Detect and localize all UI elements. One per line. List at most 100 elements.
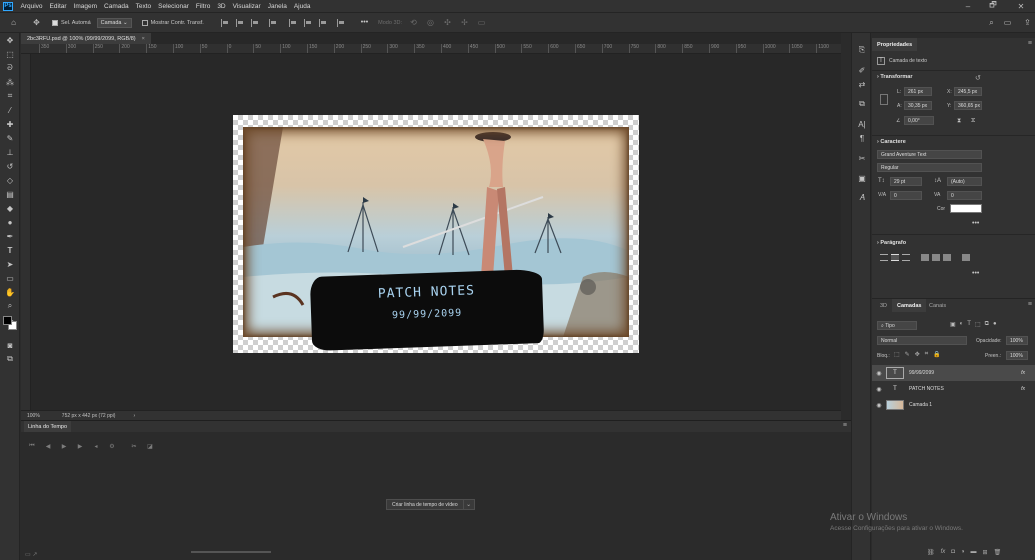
distribute-v-icon[interactable] — [336, 18, 345, 27]
slide-3d-icon[interactable]: ✢ — [459, 17, 470, 28]
filter-toggle-icon[interactable]: ● — [993, 321, 997, 328]
history-icon[interactable]: ⎘ — [852, 43, 872, 57]
type-icon[interactable]: T — [0, 243, 20, 257]
more-options-button[interactable]: ••• — [361, 19, 368, 26]
mute-icon[interactable]: ◂ — [91, 442, 101, 450]
document-info[interactable]: 752 px x 442 px (72 ppi) — [62, 413, 116, 419]
justify-all-icon[interactable] — [962, 254, 970, 261]
auto-select-dropdown[interactable]: Camada ⌄ — [96, 17, 132, 28]
align-left-icon[interactable] — [220, 18, 229, 27]
justify-left-icon[interactable] — [921, 254, 929, 261]
zoom-level[interactable]: 100% — [27, 413, 40, 419]
y-field[interactable]: 360,65 px — [954, 101, 982, 110]
adjustment-layer-icon[interactable]: ◑ — [961, 549, 965, 556]
align-right-icon[interactable] — [250, 18, 259, 27]
render-icon[interactable]: ▭ ↗ — [25, 551, 37, 558]
fill-field[interactable]: 100% — [1006, 351, 1028, 360]
menu-filtro[interactable]: Filtro — [192, 3, 213, 10]
text-color-swatch[interactable] — [950, 204, 982, 213]
menu-imagem[interactable]: Imagem — [70, 3, 100, 10]
home-icon[interactable]: ⌂ — [8, 17, 19, 28]
restore-button[interactable]: 🗗 — [982, 0, 1004, 12]
eraser-icon[interactable]: ◇ — [0, 173, 20, 187]
layer-fx-icon[interactable]: fx — [1021, 370, 1025, 376]
tab-canais[interactable]: Canais — [924, 299, 951, 312]
navigator-icon[interactable]: ▣ — [852, 171, 872, 185]
lock-all-icon[interactable]: 🔒 — [933, 351, 940, 358]
justify-right-icon[interactable] — [943, 254, 951, 261]
font-size-field[interactable]: 29 pt — [890, 177, 922, 186]
filter-pixel-icon[interactable]: ▣ — [950, 321, 956, 328]
marquee-icon[interactable]: ⬚ — [0, 47, 20, 61]
width-field[interactable]: 261 px — [904, 87, 932, 96]
menu-janela[interactable]: Janela — [264, 3, 290, 10]
new-group-icon[interactable]: ▬ — [971, 549, 977, 556]
pan-3d-icon[interactable]: ✣ — [442, 17, 453, 28]
properties-menu-icon[interactable]: ≡ — [1028, 40, 1032, 47]
close-window-button[interactable]: ✕ — [1010, 0, 1032, 12]
horizontal-ruler[interactable]: 350 300 250 200 150 100 50 0 50 100 150 200 250 300 35… — [21, 44, 841, 54]
auto-select-option[interactable]: Sel. Automá — [52, 19, 91, 26]
auto-select-checkbox[interactable] — [52, 19, 58, 26]
opacity-field[interactable]: 100% — [1006, 336, 1028, 345]
character-title[interactable]: › Caractere — [877, 139, 906, 145]
orbit-3d-icon[interactable]: ⟲ — [408, 17, 419, 28]
lock-artboard-icon[interactable]: ⌗ — [925, 351, 928, 358]
distribute-icon[interactable] — [268, 18, 277, 27]
justify-center-icon[interactable] — [932, 254, 940, 261]
lasso-icon[interactable]: ᘐ — [0, 61, 20, 75]
menu-texto[interactable]: Texto — [132, 3, 155, 10]
minimize-button[interactable]: – — [957, 0, 979, 12]
move-tool-icon[interactable]: ✥ — [31, 17, 42, 28]
show-transform-checkbox[interactable] — [141, 19, 148, 26]
screen-mode-icon[interactable]: ⧉ — [0, 352, 20, 366]
align-top-icon[interactable] — [288, 18, 297, 27]
hand-icon[interactable]: ✋ — [0, 285, 20, 299]
align-center-h-icon[interactable] — [235, 18, 244, 27]
brush-settings-icon[interactable]: ✐ — [852, 63, 872, 77]
layer-fx-icon[interactable]: fx — [1021, 386, 1025, 392]
canvas-area[interactable]: PATCH NOTES 99/99/2099 — [31, 54, 841, 410]
menu-ajuda[interactable]: Ajuda — [290, 3, 314, 10]
blur-icon[interactable]: ◆ — [0, 201, 20, 215]
zoom-slider[interactable] — [191, 551, 271, 553]
split-icon[interactable]: ✂ — [129, 442, 139, 450]
first-frame-icon[interactable]: ⏮ — [27, 442, 37, 450]
close-tab-icon[interactable]: × — [142, 36, 145, 42]
angle-field[interactable]: 0,00° — [904, 116, 934, 125]
layer-row[interactable]: ◉ Camada 1 — [872, 397, 1035, 413]
visibility-eye-icon[interactable]: ◉ — [872, 386, 886, 393]
stamp-icon[interactable]: ⊥ — [0, 145, 20, 159]
roll-3d-icon[interactable]: ◎ — [425, 17, 436, 28]
tab-3d[interactable]: 3D — [875, 299, 892, 312]
leading-field[interactable]: (Auto) — [947, 177, 982, 186]
create-video-timeline-button[interactable]: Criar linha de tempo de vídeo — [386, 499, 464, 510]
workspace-icon[interactable]: ▭ — [1002, 17, 1013, 28]
vertical-ruler[interactable] — [21, 54, 31, 410]
flip-horizontal-icon[interactable]: ⧗ — [957, 118, 961, 125]
timeline-tab[interactable]: Linha do Tempo — [24, 421, 72, 432]
eyedropper-icon[interactable]: ⁄ — [0, 103, 20, 117]
paragraph-title[interactable]: › Parágrafo — [877, 240, 906, 246]
lock-pixels-icon[interactable]: ✎ — [905, 351, 910, 358]
font-style-dropdown[interactable]: Regular — [877, 163, 982, 172]
document-tab[interactable]: 2bc3RFU.psd @ 100% (99/99/2099, RGB/8) × — [21, 33, 151, 44]
lock-position-icon[interactable]: ✥ — [915, 351, 920, 358]
reset-transform-icon[interactable]: ↺ — [975, 74, 981, 82]
font-family-dropdown[interactable]: Grand Aventure Text — [877, 150, 982, 159]
menu-3d[interactable]: 3D — [214, 3, 229, 10]
paragraph-icon[interactable]: ¶ — [852, 131, 872, 145]
path-select-icon[interactable]: ➤ — [0, 257, 20, 271]
menu-editar[interactable]: Editar — [46, 3, 70, 10]
zoom-icon[interactable]: ⌕ — [0, 299, 20, 313]
search-icon[interactable]: ⌕ — [986, 17, 997, 28]
menu-camada[interactable]: Camada — [101, 3, 133, 10]
link-layers-icon[interactable]: ⛓ — [927, 549, 935, 556]
dodge-icon[interactable]: ● — [0, 215, 20, 229]
delete-layer-icon[interactable]: 🗑 — [994, 549, 1002, 556]
filter-type-icon[interactable]: T — [967, 321, 971, 328]
status-arrow-icon[interactable]: › — [133, 413, 135, 419]
layer-row[interactable]: ◉ T PATCH NOTES fx — [872, 381, 1035, 397]
blend-mode-dropdown[interactable]: Normal — [877, 336, 967, 345]
play-icon[interactable]: ▶ — [59, 442, 69, 450]
